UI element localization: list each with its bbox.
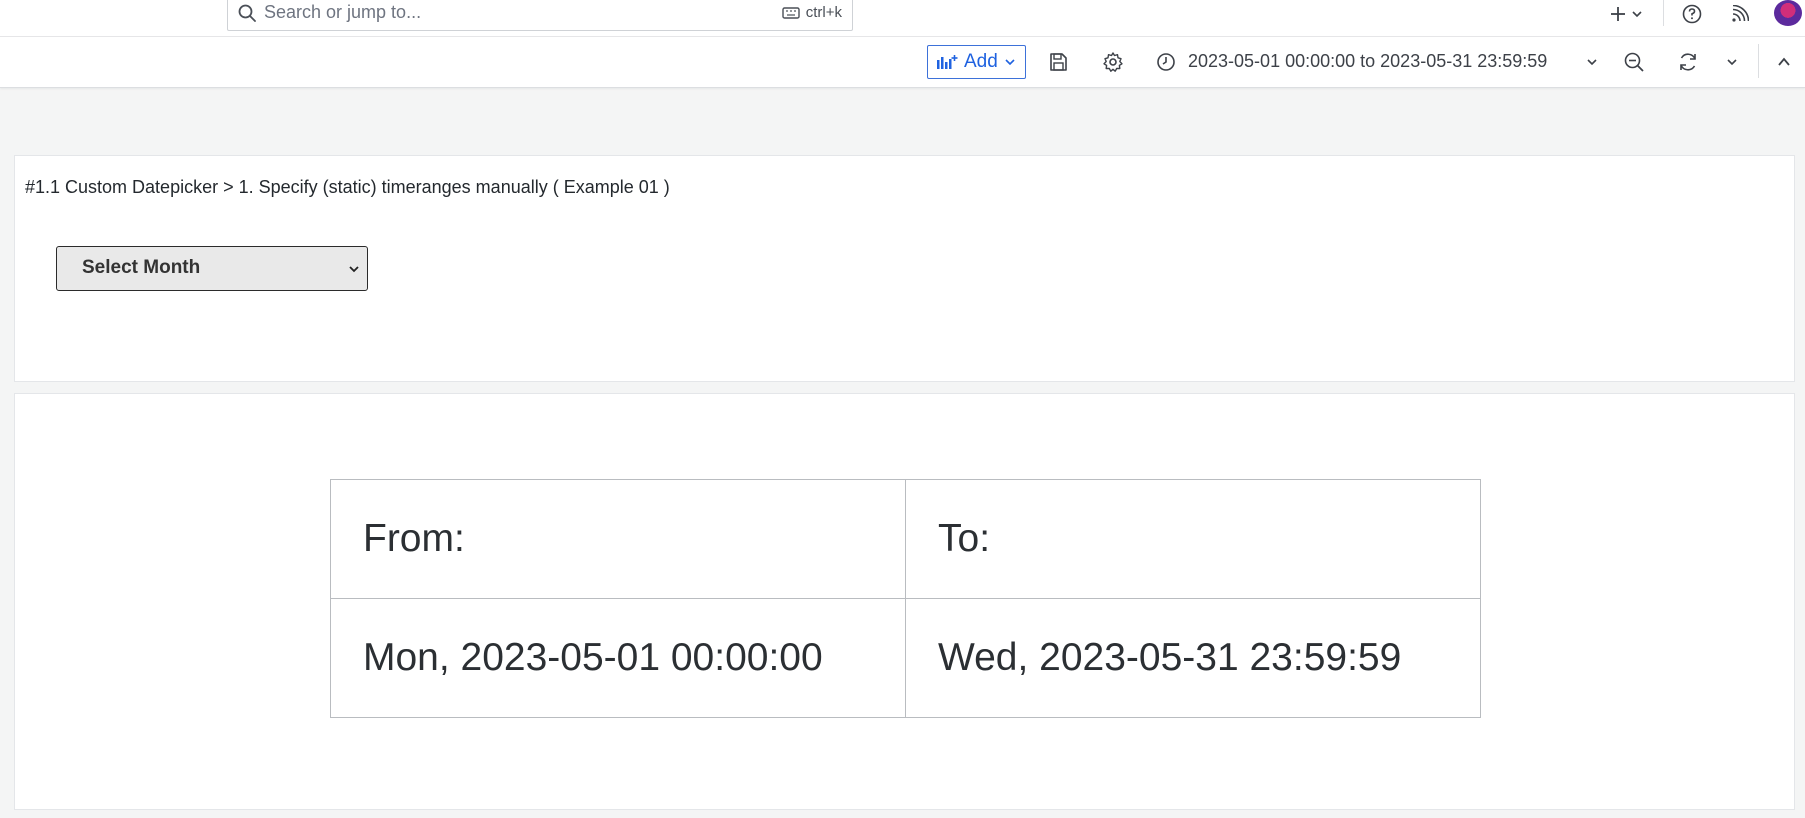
dashboard-settings-button[interactable] [1099, 48, 1127, 76]
search-icon [238, 4, 256, 22]
datepicker-panel: #1.1 Custom Datepicker > 1. Specify (sta… [14, 155, 1795, 382]
save-icon [1050, 53, 1067, 71]
time-range-display-panel: From: To: Mon, 2023-05-01 00:00:00 Wed, … [14, 393, 1795, 810]
table-row: Mon, 2023-05-01 00:00:00 Wed, 2023-05-31… [330, 598, 1481, 718]
chevron-up-icon [1778, 57, 1790, 66]
chevron-down-icon [1632, 11, 1642, 18]
search-shortcut: ctrl+k [782, 4, 842, 21]
plus-icon [1611, 7, 1625, 21]
select-month-value: Select Month [82, 257, 201, 278]
time-picker-icon-wrap[interactable] [1152, 48, 1180, 76]
clock-icon [1157, 53, 1175, 71]
collapse-toolbar-button[interactable] [1770, 48, 1798, 76]
from-label: From: [330, 479, 906, 599]
divider [1758, 44, 1759, 78]
time-range-dropdown[interactable] [1578, 48, 1606, 76]
panel-title: #1.1 Custom Datepicker > 1. Specify (sta… [25, 177, 670, 197]
save-dashboard-button[interactable] [1044, 48, 1072, 76]
to-label: To: [905, 479, 1481, 599]
news-button[interactable] [1726, 0, 1754, 28]
chevron-down-icon [349, 266, 359, 273]
time-range-table: From: To: Mon, 2023-05-01 00:00:00 Wed, … [330, 479, 1481, 718]
divider [1663, 0, 1664, 26]
add-button-label: Add [964, 51, 998, 72]
help-button[interactable] [1678, 0, 1706, 28]
refresh-button[interactable] [1674, 48, 1702, 76]
select-month-dropdown[interactable]: Select Month [56, 246, 368, 291]
search-placeholder: Search or jump to... [264, 2, 422, 22]
search-input[interactable]: Search or jump to... ctrl+k [227, 0, 853, 31]
refresh-interval-dropdown[interactable] [1718, 48, 1746, 76]
table-row: From: To: [330, 479, 1481, 599]
avatar[interactable] [1774, 0, 1802, 26]
zoom-out-button[interactable] [1620, 48, 1648, 76]
time-range-picker[interactable]: 2023-05-01 00:00:00 to 2023-05-31 23:59:… [1188, 51, 1547, 72]
help-icon [1682, 4, 1702, 24]
gear-icon [1103, 52, 1123, 72]
new-menu-button[interactable] [1606, 0, 1646, 28]
refresh-icon [1680, 53, 1696, 71]
chevron-down-icon [1587, 59, 1597, 66]
from-value: Mon, 2023-05-01 00:00:00 [330, 598, 906, 718]
zoom-out-icon [1624, 52, 1644, 72]
chevron-down-icon [1005, 59, 1015, 66]
add-panel-icon [937, 55, 958, 69]
shortcut-text: ctrl+k [805, 4, 842, 21]
keyboard-icon [782, 6, 800, 19]
top-nav-bar: Search or jump to... ctrl+k [0, 0, 1805, 37]
to-value: Wed, 2023-05-31 23:59:59 [905, 598, 1481, 718]
rss-icon [1732, 5, 1749, 22]
add-button[interactable]: Add [927, 45, 1026, 79]
dashboard-toolbar: Add 2023-05-01 00:00:00 to 2023-05-31 23… [0, 37, 1805, 88]
chevron-down-icon [1727, 59, 1737, 66]
